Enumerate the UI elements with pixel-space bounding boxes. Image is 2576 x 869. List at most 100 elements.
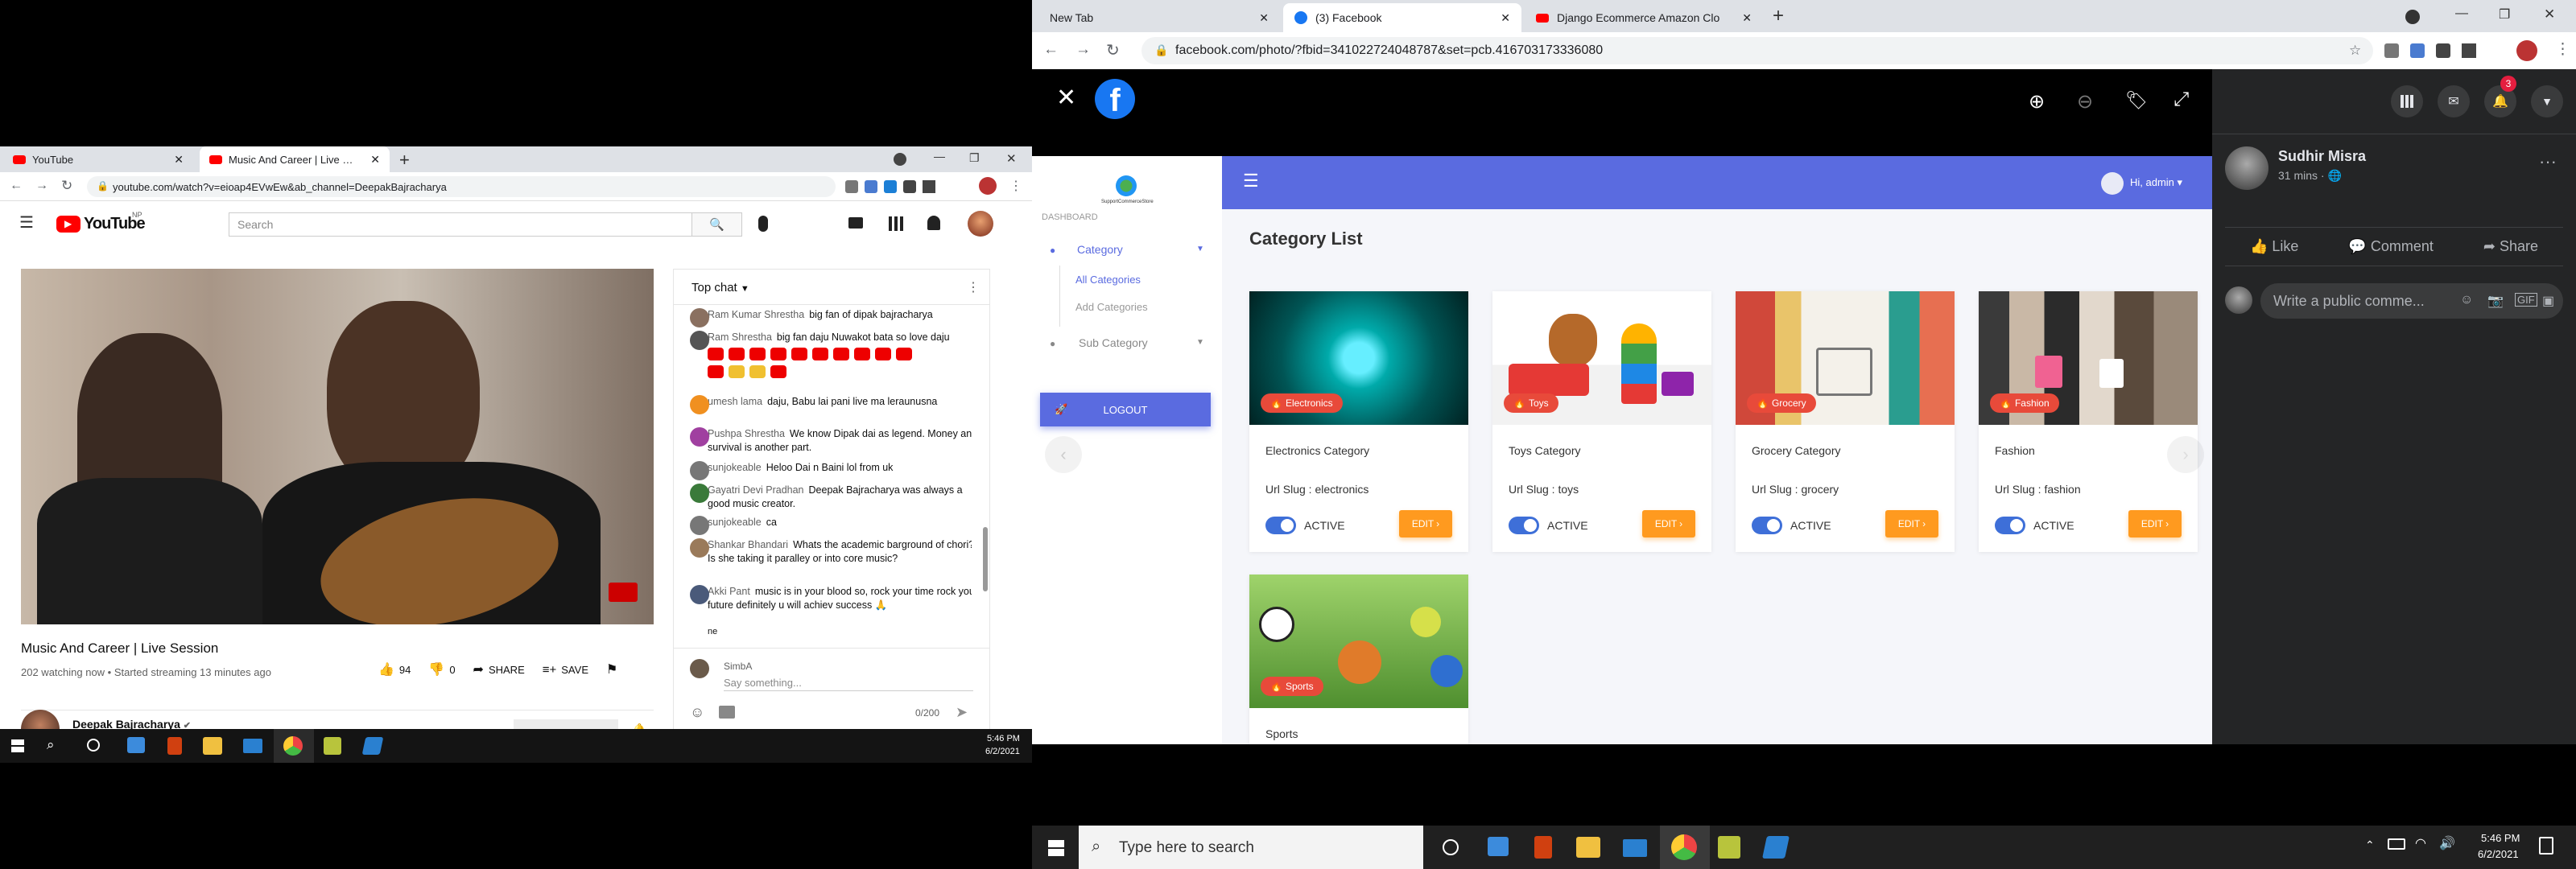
- back-icon[interactable]: ←: [10, 179, 23, 193]
- apps-grid-icon[interactable]: [889, 216, 903, 231]
- close-icon[interactable]: ✕: [174, 153, 184, 167]
- mail-icon[interactable]: [243, 739, 262, 753]
- hamburger-icon[interactable]: ☰: [1243, 171, 1259, 192]
- poster-avatar[interactable]: [2225, 146, 2268, 190]
- tab-django-ecommerce[interactable]: Django Ecommerce Amazon Clo ✕: [1525, 3, 1763, 32]
- tab-facebook[interactable]: (3) Facebook ✕: [1283, 3, 1521, 32]
- tab-youtube[interactable]: YouTube ✕: [3, 146, 193, 172]
- sticker-icon[interactable]: ▣: [2542, 293, 2554, 309]
- taskbar-search-input[interactable]: ⌕ Type here to search: [1079, 826, 1423, 869]
- previous-photo-icon[interactable]: ‹: [1045, 436, 1082, 473]
- chat-scrollbar[interactable]: [983, 527, 988, 591]
- zoom-in-icon[interactable]: ⊕: [2029, 90, 2045, 113]
- windows-start-icon[interactable]: [1048, 840, 1064, 856]
- profile-avatar[interactable]: [2516, 40, 2537, 61]
- save-button[interactable]: ≡+ SAVE: [543, 663, 588, 677]
- playlist-icon[interactable]: [2462, 43, 2476, 58]
- search-icon[interactable]: ⌕: [47, 737, 55, 753]
- messenger-button[interactable]: ✉: [2438, 85, 2470, 117]
- mail-icon[interactable]: [1623, 839, 1647, 857]
- extension-icon[interactable]: [865, 180, 877, 193]
- next-photo-icon[interactable]: ›: [2167, 436, 2204, 473]
- cortana-icon[interactable]: [1443, 839, 1459, 855]
- tab-music-career[interactable]: Music And Career | Live Ses ✕: [200, 146, 390, 172]
- tab-new-tab[interactable]: New Tab ✕: [1038, 3, 1280, 32]
- extension-icon[interactable]: [884, 180, 897, 193]
- playlist-icon[interactable]: [923, 180, 935, 193]
- maximize-icon[interactable]: ❐: [969, 151, 980, 165]
- close-icon[interactable]: ✕: [1501, 11, 1510, 25]
- menu-all-categories[interactable]: All Categories: [1075, 274, 1141, 286]
- video-player[interactable]: [21, 269, 654, 624]
- account-avatar[interactable]: [968, 211, 993, 237]
- zoom-out-icon[interactable]: ⊖: [2077, 90, 2093, 113]
- active-toggle[interactable]: [1995, 517, 2025, 534]
- more-options-icon[interactable]: ···: [2539, 151, 2557, 172]
- admin-avatar[interactable]: [2101, 172, 2124, 195]
- new-tab-icon[interactable]: +: [1773, 5, 1784, 27]
- search-input[interactable]: Search: [229, 212, 692, 237]
- bookmark-star-icon[interactable]: ☆: [2349, 43, 2361, 59]
- cortana-icon[interactable]: [87, 739, 100, 752]
- edit-button[interactable]: EDIT ›: [1885, 510, 1938, 537]
- wifi-icon[interactable]: ◠: [2415, 835, 2426, 851]
- close-icon[interactable]: ✕: [1742, 11, 1752, 25]
- menu-sub-category[interactable]: Sub Category: [1079, 336, 1148, 349]
- office-icon[interactable]: [167, 737, 182, 755]
- comment-input[interactable]: Write a public comme... ☺ 📷 GIF ▣: [2260, 283, 2563, 319]
- close-icon[interactable]: ✕: [370, 153, 380, 167]
- close-viewer-icon[interactable]: ✕: [1056, 84, 1076, 112]
- minimize-icon[interactable]: —: [2455, 6, 2468, 21]
- menu-grid-button[interactable]: [2391, 85, 2423, 117]
- chat-input[interactable]: Say something...: [724, 673, 973, 691]
- send-icon[interactable]: ➤: [956, 704, 968, 721]
- facebook-logo-icon[interactable]: f: [1095, 79, 1135, 119]
- extension-icon[interactable]: [2410, 43, 2425, 58]
- microphone-icon[interactable]: [758, 216, 768, 232]
- emoji-icon[interactable]: ☺: [2460, 293, 2473, 307]
- vscode-icon[interactable]: [361, 737, 384, 755]
- search-button[interactable]: 🔍: [692, 212, 742, 237]
- like-button[interactable]: 👍 94: [378, 661, 411, 677]
- close-icon[interactable]: ✕: [1259, 11, 1269, 25]
- reload-icon[interactable]: ↻: [1106, 40, 1120, 60]
- menu-dots-icon[interactable]: ⋮: [967, 279, 980, 295]
- poster-name[interactable]: Sudhir Misra: [2278, 148, 2366, 165]
- reload-icon[interactable]: ↻: [61, 178, 72, 194]
- emoji-picker-icon[interactable]: ☺: [690, 704, 704, 721]
- active-toggle[interactable]: [1509, 517, 1539, 534]
- dislike-button[interactable]: 👎 0: [428, 661, 455, 677]
- vscode-icon[interactable]: [1762, 836, 1790, 859]
- chrome-icon[interactable]: [1671, 834, 1697, 860]
- action-center-icon[interactable]: [2539, 837, 2553, 855]
- menu-category[interactable]: Category: [1077, 243, 1123, 256]
- puzzle-icon[interactable]: [903, 180, 916, 193]
- logout-button[interactable]: 🚀 LOGOUT: [1040, 393, 1211, 426]
- maximize-icon[interactable]: ❐: [2499, 6, 2510, 23]
- forward-icon[interactable]: →: [1075, 41, 1091, 59]
- battery-icon[interactable]: [2388, 838, 2405, 850]
- tag-icon[interactable]: 🏷: [2125, 90, 2148, 111]
- edit-button[interactable]: EDIT ›: [2128, 510, 2182, 537]
- active-toggle[interactable]: [1265, 517, 1296, 534]
- active-toggle[interactable]: [1752, 517, 1782, 534]
- admin-greeting-row[interactable]: Hi, admin ▾: [2130, 176, 2182, 189]
- menu-dots-icon[interactable]: ⋮: [1009, 178, 1022, 194]
- youtube-logo-icon[interactable]: ▶: [56, 216, 80, 233]
- chrome-icon[interactable]: [283, 736, 303, 756]
- extension-icon[interactable]: [2384, 43, 2399, 58]
- report-flag-icon[interactable]: ⚑: [606, 661, 617, 677]
- address-bar[interactable]: 🔒 facebook.com/photo/?fbid=3410227240487…: [1141, 37, 2373, 64]
- app-icon[interactable]: [127, 737, 145, 753]
- share-button[interactable]: ➦ SHARE: [473, 661, 525, 677]
- like-button[interactable]: 👍 Like: [2250, 238, 2298, 255]
- menu-dots-icon[interactable]: ⋮: [2555, 40, 2570, 59]
- store-icon[interactable]: [1576, 837, 1600, 858]
- extension-icon[interactable]: [845, 180, 858, 193]
- volume-icon[interactable]: 🔊: [2439, 835, 2455, 851]
- forward-icon[interactable]: →: [35, 179, 48, 193]
- app-icon[interactable]: [1718, 836, 1740, 859]
- notifications-bell-icon[interactable]: [927, 216, 940, 230]
- hamburger-icon[interactable]: ☰: [19, 212, 34, 233]
- puzzle-icon[interactable]: [2436, 43, 2450, 58]
